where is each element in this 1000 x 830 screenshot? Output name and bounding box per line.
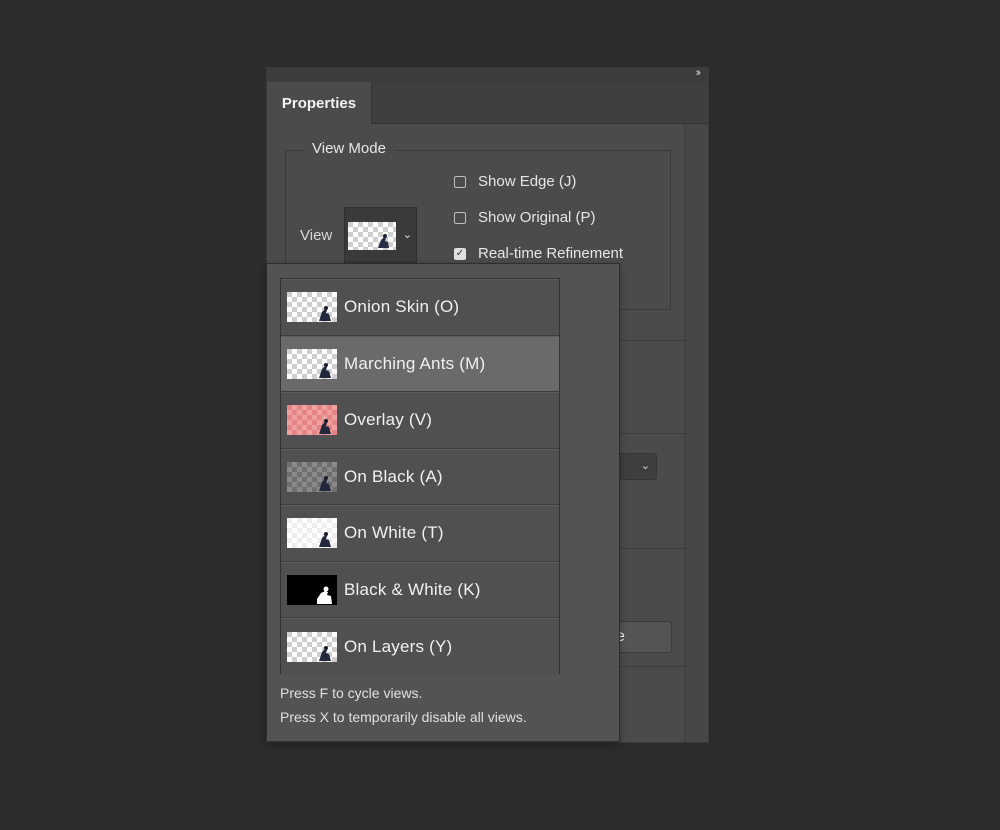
overlay-thumbnail-icon — [287, 405, 337, 436]
view-option-on-black[interactable]: On Black (A) — [281, 448, 559, 505]
black-white-thumbnail-icon — [287, 574, 337, 605]
view-mode-picker[interactable]: ⌄ — [344, 207, 417, 263]
view-option-label: On White (T) — [344, 523, 444, 543]
view-mode-legend: View Mode — [304, 140, 394, 157]
view-mode-dropdown-menu: Onion Skin (O) Marching Ants (M) Overlay… — [266, 263, 620, 742]
on-layers-thumbnail-icon — [287, 631, 337, 662]
chevron-down-icon: ⌄ — [640, 460, 650, 472]
show-edge-option[interactable]: Show Edge (J) — [454, 173, 576, 190]
marching-ants-thumbnail-icon — [287, 348, 337, 379]
collapse-panel-icon[interactable]: ›› — [696, 67, 702, 79]
show-original-checkbox[interactable] — [454, 211, 466, 224]
view-option-black-white[interactable]: Black & White (K) — [281, 561, 559, 618]
view-option-marching-ants[interactable]: Marching Ants (M) — [281, 335, 559, 392]
view-option-on-layers[interactable]: On Layers (Y) — [281, 618, 559, 675]
view-option-label: On Black (A) — [344, 466, 443, 486]
realtime-refinement-option[interactable]: ✓ Real-time Refinement — [454, 245, 623, 262]
panel-scrollbar[interactable] — [684, 124, 708, 742]
realtime-refinement-label: Real-time Refinement — [478, 245, 624, 262]
realtime-refinement-checkbox[interactable]: ✓ — [454, 247, 466, 260]
on-black-thumbnail-icon — [287, 461, 337, 492]
view-option-overlay[interactable]: Overlay (V) — [281, 392, 559, 449]
panel-tab-bar: Properties — [267, 82, 708, 124]
chevron-down-icon: ⌄ — [402, 229, 412, 241]
view-label: View — [300, 227, 333, 244]
show-original-label: Show Original (P) — [478, 209, 596, 226]
disable-views-hint: Press X to temporarily disable all views… — [280, 709, 527, 725]
view-option-label: Onion Skin (O) — [344, 297, 460, 317]
view-thumbnail-icon — [348, 222, 396, 250]
tab-properties[interactable]: Properties — [267, 82, 372, 124]
view-option-on-white[interactable]: On White (T) — [281, 505, 559, 562]
view-option-label: Overlay (V) — [344, 410, 433, 430]
panel-top-strip: ›› — [267, 67, 708, 82]
view-option-label: On Layers (Y) — [344, 636, 453, 656]
view-option-label: Black & White (K) — [344, 579, 481, 599]
show-original-option[interactable]: Show Original (P) — [454, 209, 596, 226]
on-white-thumbnail-icon — [287, 518, 337, 549]
onion-skin-thumbnail-icon — [287, 292, 337, 323]
show-edge-label: Show Edge (J) — [478, 173, 577, 190]
show-edge-checkbox[interactable] — [454, 175, 466, 188]
view-option-onion-skin[interactable]: Onion Skin (O) — [281, 279, 559, 336]
view-mode-list: Onion Skin (O) Marching Ants (M) Overlay… — [280, 278, 560, 675]
view-option-label: Marching Ants (M) — [344, 353, 486, 373]
cycle-views-hint: Press F to cycle views. — [280, 685, 423, 701]
